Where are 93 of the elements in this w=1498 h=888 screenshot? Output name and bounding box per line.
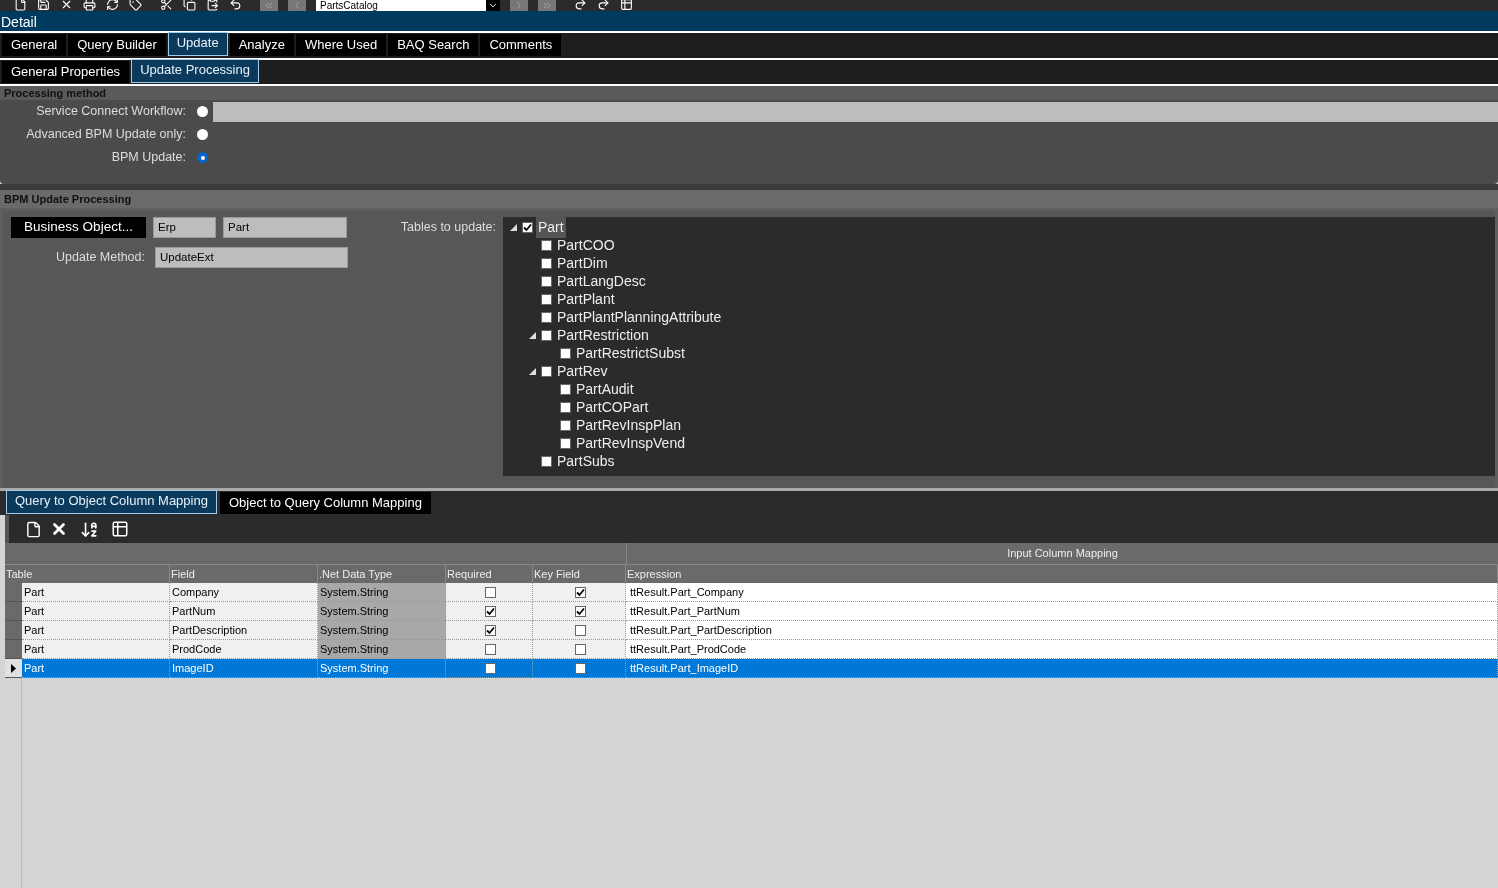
- back-icon[interactable]: [574, 0, 587, 11]
- expander-icon[interactable]: [528, 331, 536, 339]
- tree-item[interactable]: Part: [536, 217, 566, 238]
- table-cell: ttResult.Part_PartDescription: [626, 621, 1498, 640]
- table-cell: ttResult.Part_Company: [626, 583, 1498, 602]
- tree-checkbox[interactable]: [541, 311, 552, 323]
- grid-icon[interactable]: [620, 0, 633, 11]
- tab[interactable]: Object to Query Column Mapping: [219, 492, 431, 514]
- option-label: Advanced BPM Update only:: [25, 126, 187, 144]
- option-label: Service Connect Workflow:: [35, 103, 187, 121]
- text-field[interactable]: Part: [223, 217, 347, 238]
- tab[interactable]: Where Used: [295, 34, 387, 56]
- record-combo[interactable]: PartsCatalog: [316, 0, 500, 11]
- undo-icon[interactable]: [229, 0, 242, 11]
- table-cell: ttResult.Part_ProdCode: [626, 640, 1498, 659]
- tree-checkbox[interactable]: [541, 293, 552, 305]
- paste-icon[interactable]: [206, 0, 219, 11]
- grid-row[interactable]: Part Company System.String ttResult.Part_Company: [5, 583, 1498, 602]
- radio-button[interactable]: [197, 152, 208, 163]
- radio-button[interactable]: [197, 129, 208, 140]
- tab[interactable]: BAQ Search: [388, 34, 479, 56]
- table-cell: System.String: [318, 602, 446, 621]
- tree-checkbox[interactable]: [560, 401, 571, 413]
- update-method-field[interactable]: UpdateExt: [155, 247, 348, 268]
- tables-label: Tables to update:: [400, 219, 497, 237]
- option-label: BPM Update:: [110, 149, 187, 167]
- tree-checkbox[interactable]: [522, 221, 533, 233]
- tab[interactable]: General: [2, 34, 67, 56]
- table-cell: System.String: [318, 583, 446, 602]
- grid-row[interactable]: Part ImageID System.String ttResult.Part_ImageID: [5, 659, 1498, 678]
- tree-checkbox[interactable]: [541, 239, 552, 251]
- tab[interactable]: Analyze: [229, 34, 294, 56]
- current-row-icon: [11, 663, 16, 673]
- print-icon[interactable]: [83, 0, 96, 11]
- new-icon[interactable]: [14, 0, 27, 11]
- required-checkbox[interactable]: [484, 662, 496, 674]
- table-cell: ttResult.Part_PartNum: [626, 602, 1498, 621]
- dropdown-icon[interactable]: [486, 0, 500, 11]
- delete-row-icon[interactable]: [50, 520, 68, 538]
- required-checkbox[interactable]: [484, 586, 496, 598]
- tab[interactable]: Update: [167, 32, 228, 56]
- table-cell: Part: [22, 659, 170, 678]
- refresh-icon[interactable]: [106, 0, 119, 11]
- key-field-checkbox[interactable]: [574, 624, 586, 636]
- text-field[interactable]: Erp: [153, 217, 216, 238]
- key-field-checkbox[interactable]: [574, 662, 586, 674]
- tab[interactable]: Query to Object Column Mapping: [6, 490, 217, 514]
- tab[interactable]: General Properties: [2, 61, 130, 83]
- required-checkbox[interactable]: [484, 643, 496, 655]
- tree-checkbox[interactable]: [541, 257, 552, 269]
- row-header[interactable]: [5, 659, 22, 678]
- tag-icon[interactable]: [129, 0, 142, 11]
- tree-checkbox[interactable]: [541, 329, 552, 341]
- grid-edit-icon[interactable]: [111, 520, 129, 538]
- expander-icon[interactable]: [528, 367, 536, 375]
- panel-title-bar: Detail: [0, 11, 1498, 33]
- tab[interactable]: Query Builder: [68, 34, 166, 56]
- grid-row[interactable]: Part PartDescription System.String ttResult.Part_PartDescription: [5, 621, 1498, 640]
- forward-icon[interactable]: [597, 0, 610, 11]
- section-title: Processing method: [0, 86, 1498, 100]
- key-field-checkbox[interactable]: [574, 605, 586, 617]
- update-method-label: Update Method:: [55, 249, 145, 267]
- grid-row[interactable]: Part ProdCode System.String ttResult.Part_ProdCode: [5, 640, 1498, 659]
- tree-checkbox[interactable]: [560, 419, 571, 431]
- required-checkbox[interactable]: [484, 605, 496, 617]
- tree-checkbox[interactable]: [560, 437, 571, 449]
- cut-icon[interactable]: [160, 0, 173, 11]
- table-cell: System.String: [318, 659, 446, 678]
- table-cell: ImageID: [170, 659, 318, 678]
- grid-row[interactable]: Part PartNum System.String ttResult.Part_PartNum: [5, 602, 1498, 621]
- key-field-checkbox[interactable]: [574, 643, 586, 655]
- expander-icon[interactable]: [509, 223, 517, 231]
- tree-checkbox[interactable]: [560, 347, 571, 359]
- tab[interactable]: Comments: [480, 34, 562, 56]
- business-object-button[interactable]: Business Object...: [11, 217, 146, 238]
- workflow-field[interactable]: [213, 101, 1498, 122]
- table-cell: System.String: [318, 640, 446, 659]
- new-row-icon[interactable]: [25, 520, 42, 538]
- tree-checkbox[interactable]: [541, 455, 552, 467]
- section-title: BPM Update Processing: [0, 190, 1498, 208]
- tree-checkbox[interactable]: [560, 383, 571, 395]
- delete-icon[interactable]: [60, 0, 73, 11]
- tree-checkbox[interactable]: [541, 275, 552, 287]
- table-cell: System.String: [318, 621, 446, 640]
- table-cell: ttResult.Part_ImageID: [626, 659, 1498, 678]
- sort-icon[interactable]: [80, 519, 99, 539]
- radio-button[interactable]: [197, 106, 208, 117]
- required-checkbox[interactable]: [484, 624, 496, 636]
- key-field-checkbox[interactable]: [574, 586, 586, 598]
- save-icon[interactable]: [37, 0, 50, 11]
- tab[interactable]: Update Processing: [131, 59, 259, 83]
- copy-icon[interactable]: [183, 0, 196, 11]
- tree-checkbox[interactable]: [541, 365, 552, 377]
